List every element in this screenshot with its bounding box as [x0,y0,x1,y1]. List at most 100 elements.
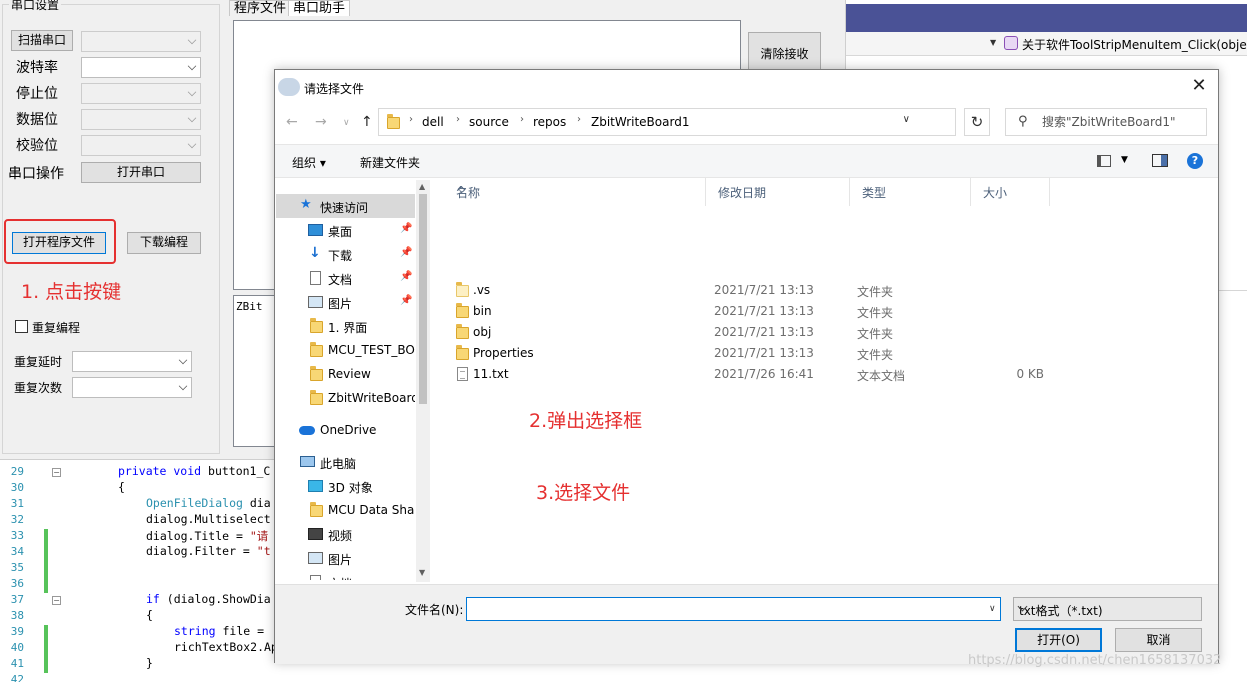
organize-button[interactable]: 组织 ▾ [292,154,326,171]
file-row[interactable]: 11.txt 2021/7/26 16:41 文本文档 0 KB [432,364,1218,385]
data-bits-combo[interactable] [81,109,201,130]
cancel-button[interactable]: 取消 [1115,628,1202,652]
repeat-count-combo[interactable] [72,377,192,398]
baud-combo[interactable] [81,57,201,78]
chevron-right-icon[interactable]: › [456,114,460,125]
column-header-date[interactable]: 修改日期 [706,178,850,206]
file-date: 2021/7/21 13:13 [714,346,814,360]
search-input[interactable] [1042,113,1202,131]
nav-item-3d-objects[interactable]: 3D 对象 [276,474,415,498]
parity-combo[interactable] [81,135,201,156]
file-type-filter[interactable]: txt格式（*.txt) [1013,597,1202,621]
close-icon[interactable]: ✕ [1188,75,1210,96]
repeat-delay-label: 重复延时 [14,355,63,369]
nav-item-pictures[interactable]: 图片 📌 [276,290,415,314]
chevron-down-icon[interactable]: ▼ [1121,155,1128,165]
stop-bits-combo[interactable] [81,83,201,104]
repeat-program-checkbox[interactable] [15,320,28,333]
nav-item-this-pc[interactable]: 此电脑 [276,450,415,474]
change-marker [44,529,48,561]
chevron-down-icon[interactable]: ∨ [903,114,910,125]
line-number: 29 [10,465,24,478]
nav-item-folder[interactable]: 1. 界面 [276,314,415,338]
nav-item-folder[interactable]: Review [276,362,415,386]
open-button[interactable]: 打开(O) [1015,628,1102,652]
repeat-delay-combo[interactable] [72,351,192,372]
forward-arrow-icon[interactable]: → [315,114,327,130]
nav-item-label: 图片 [328,553,353,567]
chevron-right-icon[interactable]: › [409,114,413,125]
scrollbar-thumb[interactable] [419,194,427,404]
file-row[interactable]: bin 2021/7/21 13:13 文件夹 [432,301,1218,322]
nav-item-documents[interactable]: 文档 📌 [276,266,415,290]
navigation-scrollbar[interactable]: ▲ ▼ [416,180,430,582]
column-header-name[interactable]: 名称 ^ [444,178,706,206]
watermark: https://blog.csdn.net/chen1658137032 [968,653,1222,668]
file-row[interactable]: obj 2021/7/21 13:13 文件夹 [432,322,1218,343]
breadcrumb-item[interactable]: source [469,115,509,129]
new-folder-button[interactable]: 新建文件夹 [360,154,420,171]
nav-item-documents[interactable]: 文档 [276,570,415,580]
breadcrumb-item[interactable]: dell [422,115,444,129]
up-arrow-icon[interactable]: ↑ [361,114,373,130]
chevron-down-icon[interactable]: ∨ [989,604,996,614]
open-program-file-button[interactable]: 打开程序文件 [12,232,106,254]
fold-toggle-icon[interactable]: − [52,468,61,477]
tab-program-file[interactable]: 程序文件 [229,0,292,16]
column-header-type[interactable]: 类型 [850,178,971,206]
breadcrumb-item[interactable]: ZbitWriteBoard1 [591,115,689,129]
line-number: 30 [10,481,24,494]
file-name: Properties [473,346,534,360]
nav-item-videos[interactable]: 视频 [276,522,415,546]
ide-member-navigation-bar[interactable]: ▼ 关于软件ToolStripMenuItem_Click(objec [846,32,1247,56]
line-number: 40 [10,641,24,654]
computer-icon [300,456,315,467]
nav-item-onedrive[interactable]: OneDrive [276,418,415,442]
port-combo[interactable] [81,31,201,52]
tab-serial-assistant[interactable]: 串口助手 [288,0,351,16]
file-row[interactable]: Properties 2021/7/21 13:13 文件夹 [432,343,1218,364]
nav-item-label: 桌面 [328,225,353,239]
chevron-down-icon[interactable]: ▼ [990,38,996,47]
address-bar[interactable]: › dell › source › repos › ZbitWriteBoard… [378,108,956,136]
fold-toggle-icon[interactable]: − [52,596,61,605]
nav-item-quick-access[interactable]: ★ 快速访问 [276,194,415,218]
search-box[interactable]: ⚲ [1005,108,1207,136]
folder-icon [456,345,469,360]
folder-icon [310,342,323,357]
open-port-button[interactable]: 打开串口 [81,162,201,183]
file-row[interactable]: .vs 2021/7/21 13:13 文件夹 [432,280,1218,301]
refresh-icon[interactable]: ↻ [964,108,990,136]
cloud-icon [299,426,315,435]
ide-title-bar [846,4,1247,32]
method-selector[interactable]: 关于软件ToolStripMenuItem_Click(objec [1022,36,1247,53]
code-line: private void button1_C [118,464,271,478]
chevron-right-icon[interactable]: › [577,114,581,125]
recent-locations-chevron-icon[interactable]: ∨ [343,118,350,128]
scan-port-button[interactable]: 扫描串口 [11,30,73,51]
nav-item-desktop[interactable]: 桌面 📌 [276,218,415,242]
file-name-input[interactable] [466,597,1001,621]
nav-item-pictures[interactable]: 图片 [276,546,415,570]
change-marker [44,625,48,673]
file-name: .vs [473,283,491,297]
download-program-button[interactable]: 下载编程 [127,232,201,254]
nav-item-mcu-data[interactable]: MCU Data Sha [276,498,415,522]
view-list-icon[interactable] [1097,155,1111,167]
folder-icon [310,366,323,381]
scroll-down-icon[interactable]: ▼ [419,568,425,577]
column-header-size[interactable]: 大小 [971,178,1050,206]
chevron-right-icon[interactable]: › [520,114,524,125]
nav-item-folder[interactable]: ZbitWriteBoard [276,386,415,410]
scroll-up-icon[interactable]: ▲ [419,182,425,191]
nav-item-downloads[interactable]: ↓ 下载 📌 [276,242,415,266]
line-number: 31 [10,497,24,510]
nav-item-folder[interactable]: MCU_TEST_BO. [276,338,415,362]
text-file-icon [457,367,468,381]
help-icon[interactable]: ? [1187,153,1203,169]
command-bar: 组织 ▾ 新建文件夹 ▼ ? [275,144,1218,178]
back-arrow-icon[interactable]: ← [286,114,298,130]
breadcrumb-item[interactable]: repos [533,115,566,129]
preview-pane-icon[interactable] [1152,154,1168,167]
dialog-title-bar[interactable]: 请选择文件 ✕ [275,70,1218,104]
